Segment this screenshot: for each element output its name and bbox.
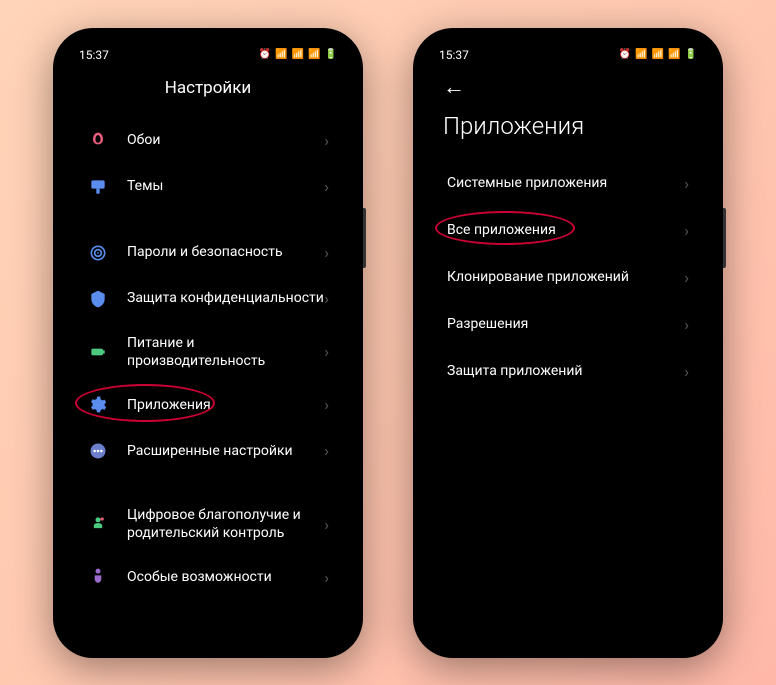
battery-icon: 🔋	[325, 49, 337, 60]
status-icons: ⏰ 📶 📶 📶 🔋	[619, 49, 697, 60]
menu-label: Пароли и безопасность	[127, 243, 324, 261]
menu-item-passwords-security[interactable]: Пароли и безопасность ›	[67, 230, 349, 276]
phone-apps: 15:37 ⏰ 📶 📶 📶 🔋 ← Приложения Системные п…	[413, 28, 723, 658]
menu-item-all-apps[interactable]: Все приложения ›	[427, 207, 709, 254]
wallpaper-icon	[87, 130, 109, 152]
back-arrow-icon[interactable]: ←	[443, 74, 465, 100]
status-time: 15:37	[439, 48, 469, 62]
status-bar: 15:37 ⏰ 📶 📶 📶 🔋	[423, 40, 713, 66]
chevron-right-icon: ›	[324, 441, 329, 460]
chevron-right-icon: ›	[684, 362, 689, 381]
signal-icon: 📶	[635, 49, 647, 60]
menu-item-privacy[interactable]: Защита конфиденциальности ›	[67, 276, 349, 322]
chevron-right-icon: ›	[324, 289, 329, 308]
gear-icon	[87, 394, 109, 416]
page-title: Настройки	[63, 66, 353, 118]
menu-item-themes[interactable]: Темы ›	[67, 164, 349, 210]
chevron-right-icon: ›	[684, 268, 689, 287]
screen-settings: 15:37 ⏰ 📶 📶 📶 🔋 Настройки Обои ›	[63, 40, 353, 646]
menu-item-accessibility[interactable]: Особые возможности ›	[67, 554, 349, 600]
signal-icon: 📶	[275, 49, 287, 60]
menu-label: Защита конфиденциальности	[127, 289, 324, 307]
fingerprint-icon	[87, 242, 109, 264]
chevron-right-icon: ›	[324, 515, 329, 534]
alarm-icon: ⏰	[619, 49, 631, 60]
menu-item-clone-apps[interactable]: Клонирование приложений ›	[427, 254, 709, 301]
wellbeing-icon	[87, 513, 109, 535]
section-gap	[67, 474, 349, 494]
menu-label: Цифровое благополучие и родительский кон…	[127, 506, 324, 542]
status-time: 15:37	[79, 48, 109, 62]
menu-label: Системные приложения	[447, 174, 684, 192]
alarm-icon: ⏰	[259, 49, 271, 60]
chevron-right-icon: ›	[684, 174, 689, 193]
chevron-right-icon: ›	[324, 342, 329, 361]
settings-menu: Обои › Темы › Пароли и безопасность ›	[63, 118, 353, 601]
menu-item-system-apps[interactable]: Системные приложения ›	[427, 160, 709, 207]
chevron-right-icon: ›	[324, 243, 329, 262]
status-bar: 15:37 ⏰ 📶 📶 📶 🔋	[63, 40, 353, 66]
status-icons: ⏰ 📶 📶 📶 🔋	[259, 49, 337, 60]
signal-icon-2: 📶	[652, 49, 664, 60]
chevron-right-icon: ›	[324, 395, 329, 414]
chevron-right-icon: ›	[684, 315, 689, 334]
shield-icon	[87, 288, 109, 310]
wifi-icon: 📶	[668, 49, 680, 60]
chevron-right-icon: ›	[324, 131, 329, 150]
menu-label: Расширенные настройки	[127, 442, 324, 460]
wifi-icon: 📶	[308, 49, 320, 60]
menu-item-apps[interactable]: Приложения ›	[67, 382, 349, 428]
phone-settings: 15:37 ⏰ 📶 📶 📶 🔋 Настройки Обои ›	[53, 28, 363, 658]
menu-item-wellbeing[interactable]: Цифровое благополучие и родительский кон…	[67, 494, 349, 554]
apps-menu: Системные приложения › Все приложения › …	[423, 160, 713, 395]
chevron-right-icon: ›	[324, 177, 329, 196]
section-gap	[67, 210, 349, 230]
chevron-right-icon: ›	[324, 568, 329, 587]
menu-label: Темы	[127, 177, 324, 195]
signal-icon-2: 📶	[292, 49, 304, 60]
menu-label: Особые возможности	[127, 568, 324, 586]
menu-label: Разрешения	[447, 315, 684, 333]
menu-item-additional[interactable]: Расширенные настройки ›	[67, 428, 349, 474]
page-title: Приложения	[443, 112, 584, 140]
menu-label: Все приложения	[447, 221, 684, 239]
header: ← Приложения	[423, 66, 713, 160]
screen-apps: 15:37 ⏰ 📶 📶 📶 🔋 ← Приложения Системные п…	[423, 40, 713, 646]
menu-item-wallpaper[interactable]: Обои ›	[67, 118, 349, 164]
menu-label: Обои	[127, 131, 324, 149]
theme-icon	[87, 176, 109, 198]
menu-item-permissions[interactable]: Разрешения ›	[427, 301, 709, 348]
menu-label: Защита приложений	[447, 362, 684, 380]
menu-item-battery[interactable]: Питание и производительность ›	[67, 322, 349, 382]
battery-icon: 🔋	[685, 49, 697, 60]
menu-label: Клонирование приложений	[447, 268, 684, 286]
menu-label: Питание и производительность	[127, 334, 324, 370]
dots-icon	[87, 440, 109, 462]
menu-label: Приложения	[127, 396, 324, 414]
menu-item-app-lock[interactable]: Защита приложений ›	[427, 348, 709, 395]
chevron-right-icon: ›	[684, 221, 689, 240]
accessibility-icon	[87, 566, 109, 588]
battery-icon	[87, 341, 109, 363]
